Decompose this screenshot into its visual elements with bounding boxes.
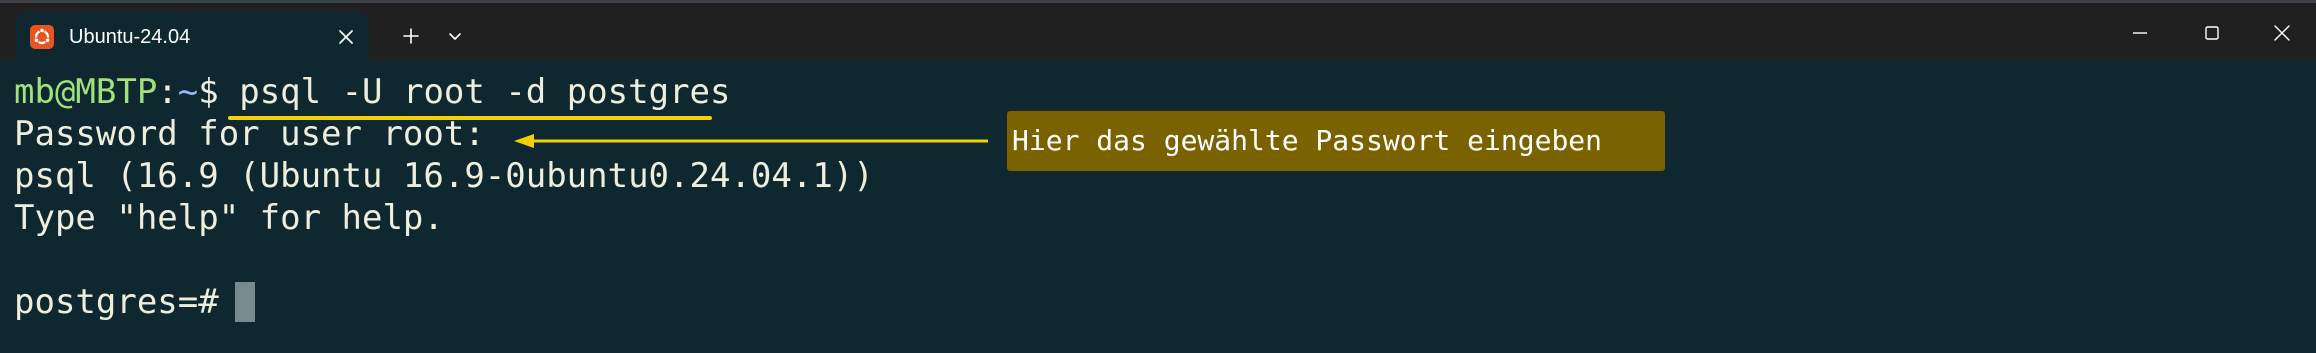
terminal-cursor [235,282,255,322]
command-text: psql -U root -d postgres [239,72,731,112]
annotation-callout: Hier das gewählte Passwort eingeben [1007,111,1665,171]
close-icon [339,30,353,44]
chevron-down-icon [449,33,461,40]
new-tab-button[interactable] [398,23,424,49]
close-icon [2274,25,2290,41]
ubuntu-icon [30,25,54,49]
tab-dropdown-button[interactable] [442,23,468,49]
close-tab-button[interactable] [333,24,359,50]
plus-icon [403,28,419,44]
password-prompt: Password for user root: [14,114,485,154]
tab-title: Ubuntu-24.04 [69,26,191,48]
tab-ubuntu[interactable]: Ubuntu-24.04 [16,12,369,61]
title-bar: Ubuntu-24.04 [0,3,2316,61]
minimize-icon [2133,32,2147,34]
minimize-button[interactable] [2127,20,2153,46]
postgres-prompt: postgres=# [14,282,240,322]
maximize-button[interactable] [2199,20,2225,46]
annotation-arrow [514,134,988,148]
command-line: mb@MBTP:~$ psql -U root -d postgres [14,71,731,113]
prompt-symbol: $ [198,72,240,112]
terminal-area[interactable]: mb@MBTP:~$ psql -U root -d postgres Pass… [0,61,2316,353]
prompt-path: ~ [177,72,199,112]
prompt-separator: : [157,72,178,112]
maximize-icon [2205,26,2219,40]
help-hint-line: Type "help" for help. [14,198,444,238]
close-window-button[interactable] [2269,20,2295,46]
prompt-user-host: mb@MBTP [14,72,158,112]
psql-version-line: psql (16.9 (Ubuntu 16.9-0ubuntu0.24.04.1… [14,156,874,196]
